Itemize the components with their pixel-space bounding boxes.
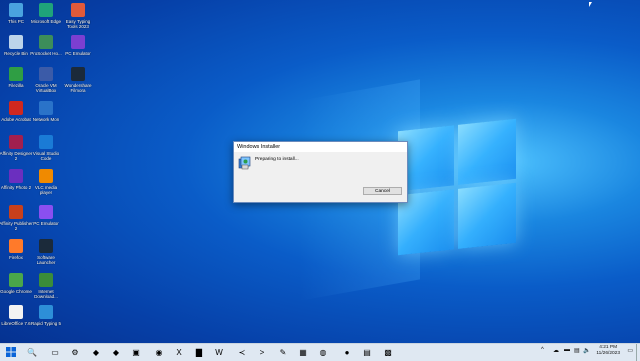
desktop-icon-label: Wondershare Filmora	[64, 83, 92, 93]
volume-icon[interactable]: 🔈	[583, 347, 590, 354]
filezilla-icon	[9, 67, 23, 81]
vscode-icon	[39, 135, 53, 149]
desktop-icon[interactable]: Recycle Bin	[0, 35, 32, 56]
desktop-icon[interactable]: Affinity Photo 2	[0, 169, 32, 190]
desktop-icon[interactable]: Network Mon	[30, 101, 62, 122]
file-explorer-icon[interactable]: ▇	[193, 346, 205, 358]
windows-start-icon	[6, 347, 16, 357]
settings-app-icon[interactable]: ▦	[297, 346, 309, 358]
installer-dialog: Windows Installer Preparing to install..…	[233, 141, 408, 203]
task-view-icon[interactable]: ▭	[49, 346, 61, 358]
desktop-icon[interactable]: LibreOffice 7.6	[0, 305, 32, 326]
firefox-icon[interactable]: ●	[341, 346, 353, 358]
firefox-icon	[9, 239, 23, 253]
desktop-icon[interactable]: Google Chrome	[0, 273, 32, 294]
recycle-bin-icon	[9, 35, 23, 49]
desktop-icon[interactable]: Software Launcher	[30, 239, 62, 265]
desktop-icon-label: Network Mon	[32, 117, 60, 122]
desktop-icon[interactable]: Firefox	[0, 239, 32, 260]
desktop-icon-label: ProSocket Ho...	[30, 51, 62, 56]
installer-icon[interactable]: ▩	[382, 346, 394, 358]
chevron-up-icon[interactable]: ^	[541, 347, 544, 353]
desktop-icon[interactable]: Rapid Typing 5	[30, 305, 62, 326]
chrome-icon	[9, 273, 23, 287]
desktop-icon[interactable]: Affinity Publisher 2	[0, 205, 33, 231]
photo-icon[interactable]: ▣	[130, 346, 142, 358]
desktop-icon-label: Microsoft Edge	[30, 19, 61, 24]
terminal-icon[interactable]: >	[256, 346, 268, 358]
document-icon	[9, 305, 23, 319]
cancel-button[interactable]: Cancel	[363, 187, 402, 195]
desktop-icon-label: Software Launcher	[36, 255, 56, 265]
launcher-icon	[39, 239, 53, 253]
document-icon[interactable]: ▤	[361, 346, 373, 358]
desktop-icon[interactable]: Filezilla	[0, 67, 32, 88]
desktop-icon[interactable]: ProSocket Ho...	[30, 35, 62, 56]
affinity-designer-icon	[9, 135, 23, 149]
affinity-designer-icon[interactable]: ◆	[110, 346, 122, 358]
app-icon	[39, 35, 53, 49]
dialog-title: Windows Installer	[234, 142, 407, 152]
mouse-cursor-icon	[589, 2, 592, 7]
chrome-icon[interactable]: ◉	[153, 346, 165, 358]
word-icon[interactable]: W	[213, 346, 225, 358]
network-icon	[39, 101, 53, 115]
desktop-icon-label: VLC media player	[34, 185, 58, 195]
browser-icon[interactable]: ◍	[317, 346, 329, 358]
desktop-icon[interactable]: Internet Download...	[30, 273, 62, 299]
installer-icon	[238, 156, 251, 170]
desktop-icon[interactable]: Easy Typing Tools 2023	[62, 3, 94, 29]
affinity-photo-icon[interactable]: ◆	[90, 346, 102, 358]
edge-icon	[39, 3, 53, 17]
desktop-icon-label: Oracle VM VirtualBox	[35, 83, 57, 93]
start-button[interactable]	[5, 346, 17, 358]
desktop-icon[interactable]: Affinity Designer 2	[0, 135, 32, 161]
search-icon[interactable]: 🔍	[26, 346, 38, 358]
excel-icon[interactable]: X	[173, 346, 185, 358]
desktop-icon[interactable]: Visual Studio Code	[30, 135, 62, 161]
emulator-icon	[71, 35, 85, 49]
vlc-icon	[39, 169, 53, 183]
cloud-icon[interactable]: ☁	[553, 347, 559, 354]
battery-icon[interactable]: ▬	[564, 347, 570, 353]
desktop-icon[interactable]: Wondershare Filmora	[62, 67, 94, 93]
filmora-icon	[71, 67, 85, 81]
typing-icon	[71, 3, 85, 17]
desktop-icon[interactable]: Adobe Acrobat	[0, 101, 32, 122]
affinity-publisher-icon	[9, 205, 23, 219]
desktop-icon[interactable]: This PC	[0, 3, 32, 24]
desktop-icons: This PC Microsoft Edge Easy Typing Tools 2…	[0, 0, 100, 338]
virtualbox-icon	[39, 67, 53, 81]
notification-icon[interactable]: ▭	[627, 347, 633, 354]
acrobat-icon	[9, 101, 23, 115]
rapid-typing-icon	[39, 305, 53, 319]
inkscape-icon[interactable]: ✎	[277, 346, 289, 358]
desktop-icon-label: Rapid Typing 5	[31, 321, 61, 326]
desktop-icon-label: Visual Studio Code	[32, 151, 60, 161]
clock[interactable]: 4:21 PM 11/26/2023	[596, 345, 620, 357]
taskbar: 🔍 ▭ ⚙ ◆ ◆ ▣ ◉ X ▇ W ≺ > ✎ ▦ ◍ ● ▤ ▩ ^ ☁ ▬ ▤ 🔈 4:21 PM 11/26/2…	[0, 343, 640, 361]
show-desktop-button[interactable]	[636, 344, 640, 361]
desktop-icon-label: PC Emulator	[65, 51, 91, 56]
desktop-icon-label: Internet Download...	[34, 289, 58, 299]
vscode-icon[interactable]: ≺	[236, 346, 248, 358]
desktop-icon[interactable]: PC Emulator	[62, 35, 94, 56]
windows-logo	[398, 118, 516, 256]
affinity-photo-icon	[9, 169, 23, 183]
download-icon	[39, 273, 53, 287]
network-icon[interactable]: ▤	[574, 347, 580, 354]
desktop-icon-label: PC Emulator	[33, 221, 59, 226]
emulator-icon	[39, 205, 53, 219]
computer-icon	[9, 3, 23, 17]
desktop-icon[interactable]: Oracle VM VirtualBox	[30, 67, 62, 93]
dialog-message: Preparing to install...	[255, 157, 299, 162]
desktop-icon[interactable]: Microsoft Edge	[30, 3, 62, 24]
dialog-body: Preparing to install... Cancel	[234, 152, 407, 202]
clock-date: 11/26/2023	[596, 351, 620, 356]
desktop-icon[interactable]: PC Emulator	[30, 205, 62, 226]
desktop-icon[interactable]: VLC media player	[30, 169, 62, 195]
settings-icon[interactable]: ⚙	[69, 346, 81, 358]
desktop-icon-label: Easy Typing Tools 2023	[65, 19, 91, 29]
